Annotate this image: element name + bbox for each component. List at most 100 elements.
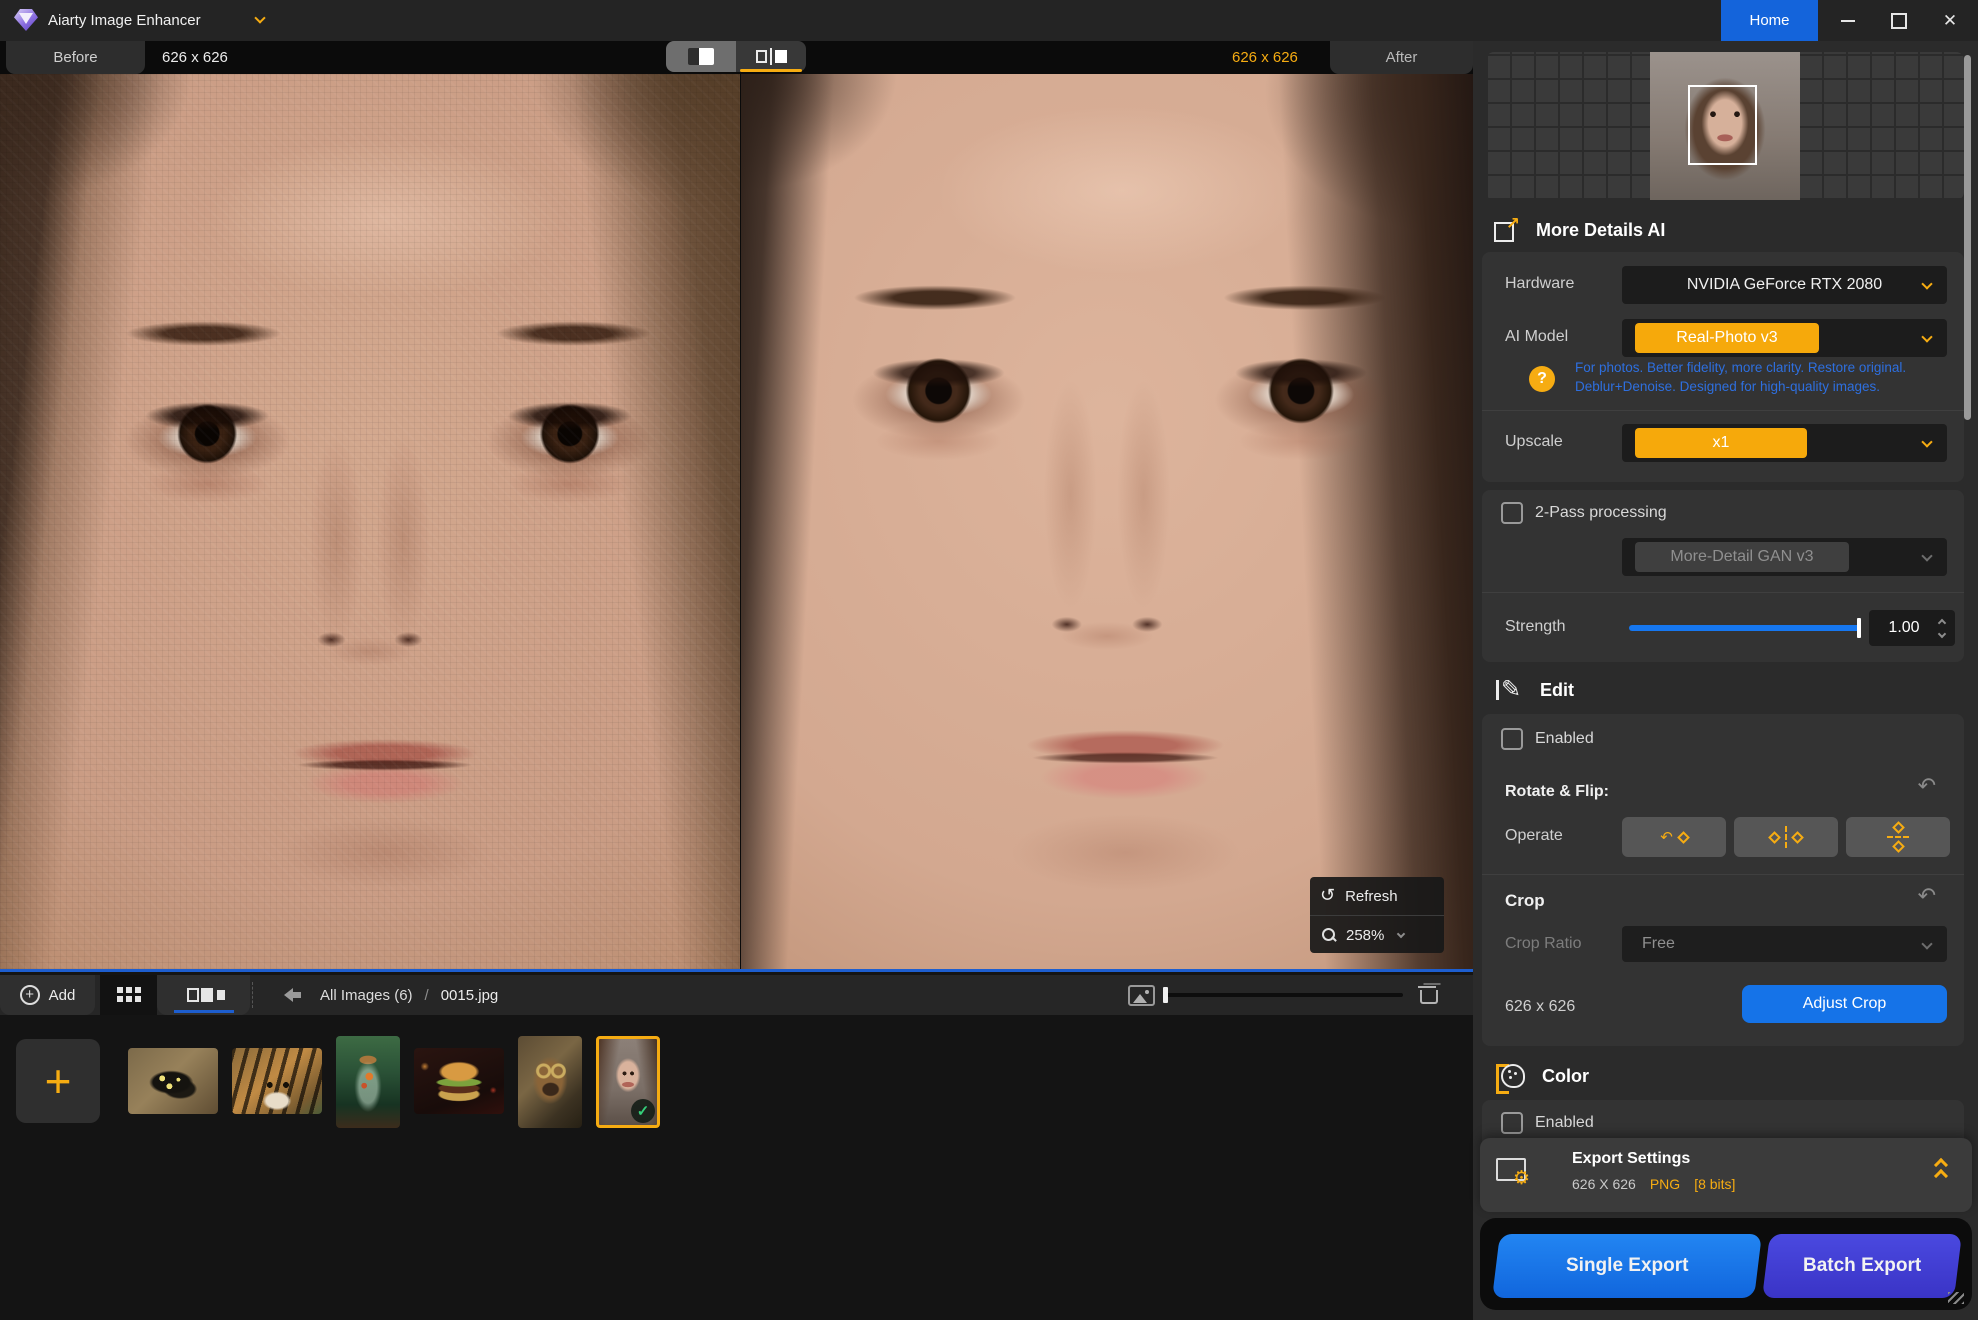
thumbnail-dog[interactable] <box>518 1036 582 1128</box>
selected-check-icon: ✓ <box>631 1099 655 1123</box>
compare-view-icon <box>756 48 787 65</box>
rotate-undo-icon[interactable]: ↶ <box>1918 776 1936 798</box>
upscale-value: x1 <box>1635 428 1807 458</box>
breadcrumb-separator: / <box>425 987 429 1004</box>
app-logo-icon <box>14 9 38 31</box>
stepper-up-icon[interactable] <box>1938 618 1946 626</box>
refresh-button[interactable]: ↺ Refresh <box>1310 877 1444 915</box>
grid-view-icon <box>117 987 141 1003</box>
strength-stepper[interactable] <box>1939 620 1945 637</box>
gan-chevron-icon <box>1921 550 1932 561</box>
export-actions: Single Export Batch Export <box>1480 1218 1972 1310</box>
navigator-thumbnail[interactable] <box>1650 52 1800 200</box>
thumbnail-size-slider[interactable] <box>1163 987 1403 1003</box>
sidebar-scrollbar[interactable] <box>1964 55 1971 420</box>
edit-enabled-checkbox[interactable] <box>1501 728 1523 750</box>
crop-size-label: 626 x 626 <box>1505 998 1575 1016</box>
back-button[interactable] <box>276 981 310 1009</box>
filmstrip-view-button[interactable] <box>157 975 250 1015</box>
details-card: Hardware NVIDIA GeForce RTX 2080 AI Mode… <box>1482 252 1964 482</box>
color-title: Color <box>1542 1066 1589 1087</box>
thumbnail-butterfly[interactable] <box>128 1048 218 1114</box>
export-collapse-icon[interactable] <box>1936 1160 1946 1181</box>
thumbnail-jar[interactable] <box>336 1036 400 1128</box>
crop-undo-icon[interactable]: ↶ <box>1918 886 1936 908</box>
resize-grip <box>1948 1292 1964 1304</box>
palette-icon <box>1496 1062 1526 1090</box>
canvas-bottom-accent <box>0 969 1473 972</box>
hardware-dropdown[interactable]: NVIDIA GeForce RTX 2080 <box>1622 266 1947 304</box>
twopass-label: 2-Pass processing <box>1535 504 1667 522</box>
plus-icon: + <box>20 985 40 1005</box>
edit-title: Edit <box>1540 680 1574 701</box>
split-view-button[interactable] <box>666 41 736 72</box>
tab-after[interactable]: After <box>1330 41 1473 74</box>
thumbnail-portrait-selected[interactable]: ✓ <box>596 1036 660 1128</box>
add-image-tile[interactable]: + <box>16 1039 100 1123</box>
section-more-details: ↗ More Details AI <box>1492 212 1665 248</box>
stepper-down-icon[interactable] <box>1938 629 1946 637</box>
upscale-dropdown[interactable]: x1 <box>1622 424 1947 462</box>
zoom-level-control[interactable]: 258% <box>1310 916 1444 954</box>
thumbnail-tiger[interactable] <box>232 1048 322 1114</box>
canvas-divider <box>740 74 741 969</box>
export-settings-panel[interactable]: ⚙ Export Settings 626 X 626 PNG [8 bits] <box>1480 1138 1972 1212</box>
breadcrumb-all-images[interactable]: All Images (6) <box>320 987 413 1004</box>
flip-vertical-button[interactable] <box>1846 817 1950 857</box>
breadcrumb: All Images (6) / 0015.jpg <box>320 975 498 1015</box>
processing-card: 2-Pass processing More-Detail GAN v3 Str… <box>1482 490 1964 662</box>
adjust-crop-button[interactable]: Adjust Crop <box>1742 985 1947 1023</box>
flip-horizontal-icon <box>1768 831 1781 844</box>
color-enabled-checkbox[interactable] <box>1501 1112 1523 1134</box>
help-icon[interactable]: ? <box>1529 366 1555 392</box>
strength-input[interactable]: 1.00 <box>1869 610 1955 646</box>
card-divider <box>1482 874 1964 875</box>
add-button[interactable]: + Add <box>0 975 95 1015</box>
ai-model-value: Real-Photo v3 <box>1635 323 1819 353</box>
grid-view-button[interactable] <box>100 975 157 1015</box>
strength-slider[interactable] <box>1629 625 1861 631</box>
export-bits: [8 bits] <box>1694 1176 1735 1192</box>
card-divider <box>1482 592 1964 593</box>
before-image[interactable] <box>0 74 740 969</box>
ai-model-dropdown[interactable]: Real-Photo v3 <box>1622 319 1947 357</box>
twopass-checkbox[interactable] <box>1501 502 1523 524</box>
thumbnail-burger[interactable] <box>414 1048 504 1114</box>
crop-ratio-value: Free <box>1622 935 1947 953</box>
app-menu-chevron-icon[interactable] <box>254 12 265 23</box>
filmstrip-view-icon <box>187 988 221 1002</box>
maximize-button[interactable] <box>1877 0 1921 41</box>
title-bar: Aiarty Image Enhancer Home ✕ <box>0 0 1978 41</box>
hardware-value: NVIDIA GeForce RTX 2080 <box>1622 276 1947 294</box>
ai-model-label: AI Model <box>1505 328 1568 346</box>
minimize-button[interactable] <box>1826 0 1870 41</box>
filmstrip: + ✓ <box>0 1015 1473 1320</box>
help-line-2: Deblur+Denoise. Designed for high-qualit… <box>1575 377 1945 396</box>
strength-slider-handle[interactable] <box>1857 618 1861 638</box>
slider-handle[interactable] <box>1163 987 1168 1003</box>
export-settings-summary: 626 X 626 PNG [8 bits] <box>1572 1176 1735 1192</box>
help-line-1: For photos. Better fidelity, more clarit… <box>1575 358 1945 377</box>
batch-export-button[interactable]: Batch Export <box>1762 1234 1962 1298</box>
single-export-button[interactable]: Single Export <box>1492 1234 1762 1298</box>
strength-label: Strength <box>1505 618 1565 636</box>
bottom-toolbar: + Add All Images (6) / 0015.jpg <box>0 975 1473 1015</box>
export-settings-title: Export Settings <box>1572 1150 1690 1168</box>
after-size-label: 626 x 626 <box>1232 41 1298 74</box>
edit-enabled-label: Enabled <box>1535 730 1594 748</box>
app-title: Aiarty Image Enhancer <box>48 0 201 41</box>
after-image[interactable] <box>741 74 1473 969</box>
flip-horizontal-button[interactable] <box>1734 817 1838 857</box>
home-button[interactable]: Home <box>1721 0 1818 41</box>
close-button[interactable]: ✕ <box>1928 0 1972 41</box>
edit-card: Enabled Rotate & Flip: ↶ Operate ↶ <box>1482 714 1964 1046</box>
rotate-button[interactable]: ↶ <box>1622 817 1726 857</box>
navigator-viewport-box[interactable] <box>1688 85 1757 165</box>
zoom-level-value: 258% <box>1346 927 1384 944</box>
delete-button[interactable] <box>1418 982 1448 1010</box>
tab-before[interactable]: Before <box>6 41 145 74</box>
compare-view-button[interactable] <box>736 41 806 72</box>
crop-ratio-dropdown[interactable]: Free <box>1622 926 1947 962</box>
magnifier-icon <box>1320 927 1336 943</box>
gan-model-dropdown[interactable]: More-Detail GAN v3 <box>1622 538 1947 576</box>
